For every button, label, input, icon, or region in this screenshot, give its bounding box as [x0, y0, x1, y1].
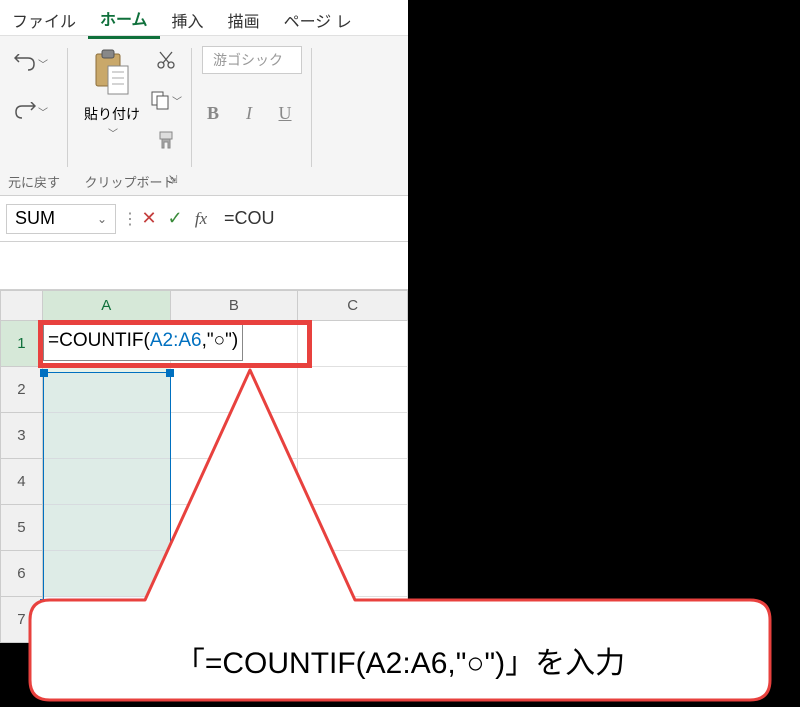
cell-A5[interactable] [42, 505, 170, 551]
excel-window: ファイル ホーム 挿入 描画 ページ レ ﹀ [0, 0, 408, 590]
font-family-selector[interactable]: 游ゴシック [202, 46, 302, 74]
row-header-4[interactable]: 4 [1, 459, 43, 505]
cell-formula-A1[interactable]: =COUNTIF(A2:A6,"○") [43, 321, 243, 361]
cell-B7[interactable] [170, 597, 298, 643]
cell-C5[interactable] [298, 505, 408, 551]
divider: ⋮ [122, 209, 130, 229]
col-header-A[interactable]: A [42, 291, 170, 321]
redo-icon [14, 102, 36, 120]
enter-button[interactable]: ✓ [162, 204, 188, 234]
scissors-icon [156, 50, 176, 70]
cell-B3[interactable] [170, 413, 298, 459]
cell-A2[interactable] [42, 367, 170, 413]
formula-input-preview[interactable]: =COU [224, 208, 275, 229]
ribbon: ﹀ ﹀ 元に戻す [0, 36, 408, 196]
chevron-down-icon[interactable]: ﹀ [108, 129, 118, 140]
bold-button[interactable]: B [202, 102, 224, 124]
cut-button[interactable] [150, 46, 182, 74]
cell-A3[interactable] [42, 413, 170, 459]
dialog-launcher-icon[interactable]: ⇲ [166, 173, 180, 187]
cell-A6[interactable] [42, 551, 170, 597]
italic-button[interactable]: I [238, 102, 260, 124]
cell-C2[interactable] [298, 367, 408, 413]
col-header-B[interactable]: B [170, 291, 298, 321]
row-header-6[interactable]: 6 [1, 551, 43, 597]
chevron-down-icon: ﹀ [38, 104, 48, 119]
select-all-corner[interactable] [1, 291, 43, 321]
cell-C4[interactable] [298, 459, 408, 505]
tab-insert[interactable]: 挿入 [160, 2, 216, 38]
row-header-3[interactable]: 3 [1, 413, 43, 459]
tab-home[interactable]: ホーム [88, 0, 160, 39]
chevron-down-icon[interactable]: ⌄ [97, 212, 107, 226]
paste-icon [92, 48, 132, 98]
cell-C1[interactable] [298, 321, 408, 367]
cell-A4[interactable] [42, 459, 170, 505]
format-painter-button[interactable] [150, 126, 182, 154]
tab-file[interactable]: ファイル [0, 2, 88, 38]
redo-button[interactable]: ﹀ [14, 96, 48, 126]
chevron-down-icon: ﹀ [38, 56, 48, 71]
row-header-2[interactable]: 2 [1, 367, 43, 413]
cell-C6[interactable] [298, 551, 408, 597]
name-box-value: SUM [15, 208, 55, 229]
cell-C7[interactable] [298, 597, 408, 643]
paste-label: 貼り付け ﹀ [84, 104, 140, 140]
row-header-5[interactable]: 5 [1, 505, 43, 551]
tab-page-layout[interactable]: ページ レ [272, 2, 364, 38]
cell-C3[interactable] [298, 413, 408, 459]
formula-bar: SUM ⌄ ⋮ ✕ ✓ fx =COU [0, 196, 408, 242]
undo-button[interactable]: ﹀ [14, 48, 48, 78]
row-header-1[interactable]: 1 [1, 321, 43, 367]
paste-button[interactable] [88, 44, 136, 102]
ribbon-group-label-clipboard: クリップボード ⇲ [76, 170, 184, 193]
format-painter-icon [156, 130, 176, 150]
copy-icon [150, 90, 170, 110]
formula-part1: =COUNTIF( [48, 330, 150, 352]
callout-text: 「=COUNTIF(A2:A6,"○")」を入力 [50, 638, 750, 682]
ribbon-group-font: 游ゴシック B I U [192, 36, 312, 195]
undo-icon [14, 54, 36, 72]
insert-function-button[interactable]: fx [188, 204, 214, 234]
col-header-C[interactable]: C [298, 291, 408, 321]
row-header-7[interactable]: 7 [1, 597, 43, 643]
cell-B4[interactable] [170, 459, 298, 505]
cell-B2[interactable] [170, 367, 298, 413]
cell-B6[interactable] [170, 551, 298, 597]
formula-part2: ,"○") [202, 330, 239, 352]
ribbon-group-clipboard: 貼り付け ﹀ [68, 36, 192, 195]
tab-draw[interactable]: 描画 [216, 2, 272, 38]
cell-B5[interactable] [170, 505, 298, 551]
cell-A7[interactable] [42, 597, 170, 643]
tab-bar: ファイル ホーム 挿入 描画 ページ レ [0, 0, 408, 36]
check-icon: ✓ [167, 208, 182, 229]
x-icon: ✕ [141, 208, 156, 229]
copy-button[interactable]: ﹀ [150, 86, 182, 114]
ribbon-group-label-undo: 元に戻す [8, 170, 60, 193]
ribbon-group-undo: ﹀ ﹀ 元に戻す [0, 36, 68, 195]
chevron-down-icon: ﹀ [172, 93, 182, 108]
name-box[interactable]: SUM ⌄ [6, 204, 116, 234]
formula-range: A2:A6 [150, 330, 202, 352]
underline-button[interactable]: U [274, 102, 296, 124]
spreadsheet-grid[interactable]: A B C 1 2 3 4 [0, 290, 408, 643]
cancel-button[interactable]: ✕ [136, 204, 162, 234]
